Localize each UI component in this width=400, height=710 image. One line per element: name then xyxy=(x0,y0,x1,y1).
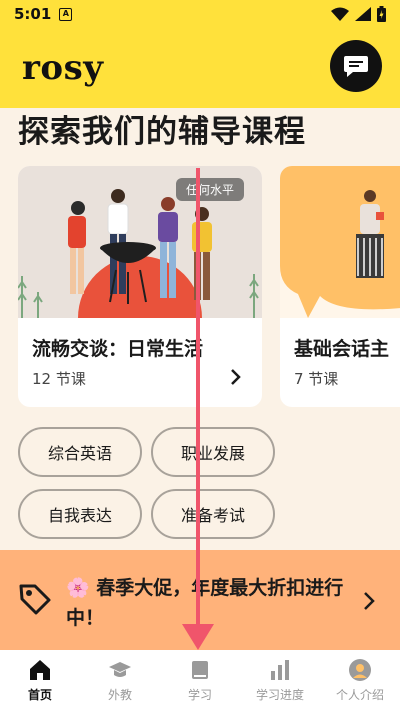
promo-message: 春季大促，年度最大折扣进行中！ xyxy=(66,577,344,629)
chip-self-expression[interactable]: 自我表达 xyxy=(18,489,142,539)
chip-general-english[interactable]: 综合英语 xyxy=(18,427,142,477)
course-title: 基础会话主 xyxy=(294,338,390,360)
wifi-icon xyxy=(331,7,349,21)
bar-chart-icon xyxy=(271,660,289,680)
promo-emoji: 🌸 xyxy=(66,577,90,599)
chip-exam-prep[interactable]: 准备考试 xyxy=(151,489,275,539)
course-title: 流畅交谈：日常生活 xyxy=(32,338,204,360)
book-icon xyxy=(192,661,208,679)
level-badge: 任何水平 xyxy=(176,178,245,201)
signal-icon xyxy=(355,7,371,21)
course-card[interactable]: 基础会话主 7 节课 xyxy=(280,166,400,407)
nav-profile[interactable]: 个人介绍 xyxy=(320,650,400,710)
page-title: 探索我们的辅导课程 xyxy=(18,114,306,150)
nav-label: 外教 xyxy=(107,688,132,702)
promo-text: 🌸 春季大促，年度最大折扣进行中！ xyxy=(66,573,356,633)
graduation-cap-icon xyxy=(109,662,131,677)
profile-icon xyxy=(349,659,371,681)
tag-icon xyxy=(19,584,51,615)
nav-label: 学习 xyxy=(187,688,212,702)
status-bar: 5:01 A xyxy=(0,0,400,28)
bottom-nav: 首页 外教 学习 学习进度 个人介绍 xyxy=(0,650,400,710)
nav-label: 首页 xyxy=(27,688,52,702)
course-card[interactable]: 任何水平 流畅交谈：日常生活 12 节课 xyxy=(18,166,262,407)
chevron-right-icon xyxy=(231,369,241,385)
notification-icon: A xyxy=(59,7,73,21)
chevron-right-icon[interactable] xyxy=(362,590,376,612)
status-time: 5:01 xyxy=(14,5,52,23)
nav-progress[interactable]: 学习进度 xyxy=(240,650,320,710)
nav-learn[interactable]: 学习 xyxy=(160,650,240,710)
nav-label: 学习进度 xyxy=(255,688,304,702)
chat-icon xyxy=(344,56,368,77)
battery-icon xyxy=(377,6,386,22)
lesson-count: 12 节课 xyxy=(32,370,86,388)
chat-button[interactable] xyxy=(330,40,382,92)
home-icon xyxy=(30,660,50,680)
nav-home[interactable]: 首页 xyxy=(0,650,80,710)
course-illustration xyxy=(280,166,400,318)
nav-teachers[interactable]: 外教 xyxy=(80,650,160,710)
chip-career-development[interactable]: 职业发展 xyxy=(151,427,275,477)
lesson-count: 7 节课 xyxy=(294,370,339,388)
app-logo: rosy xyxy=(22,48,104,88)
nav-label: 个人介绍 xyxy=(335,688,384,702)
